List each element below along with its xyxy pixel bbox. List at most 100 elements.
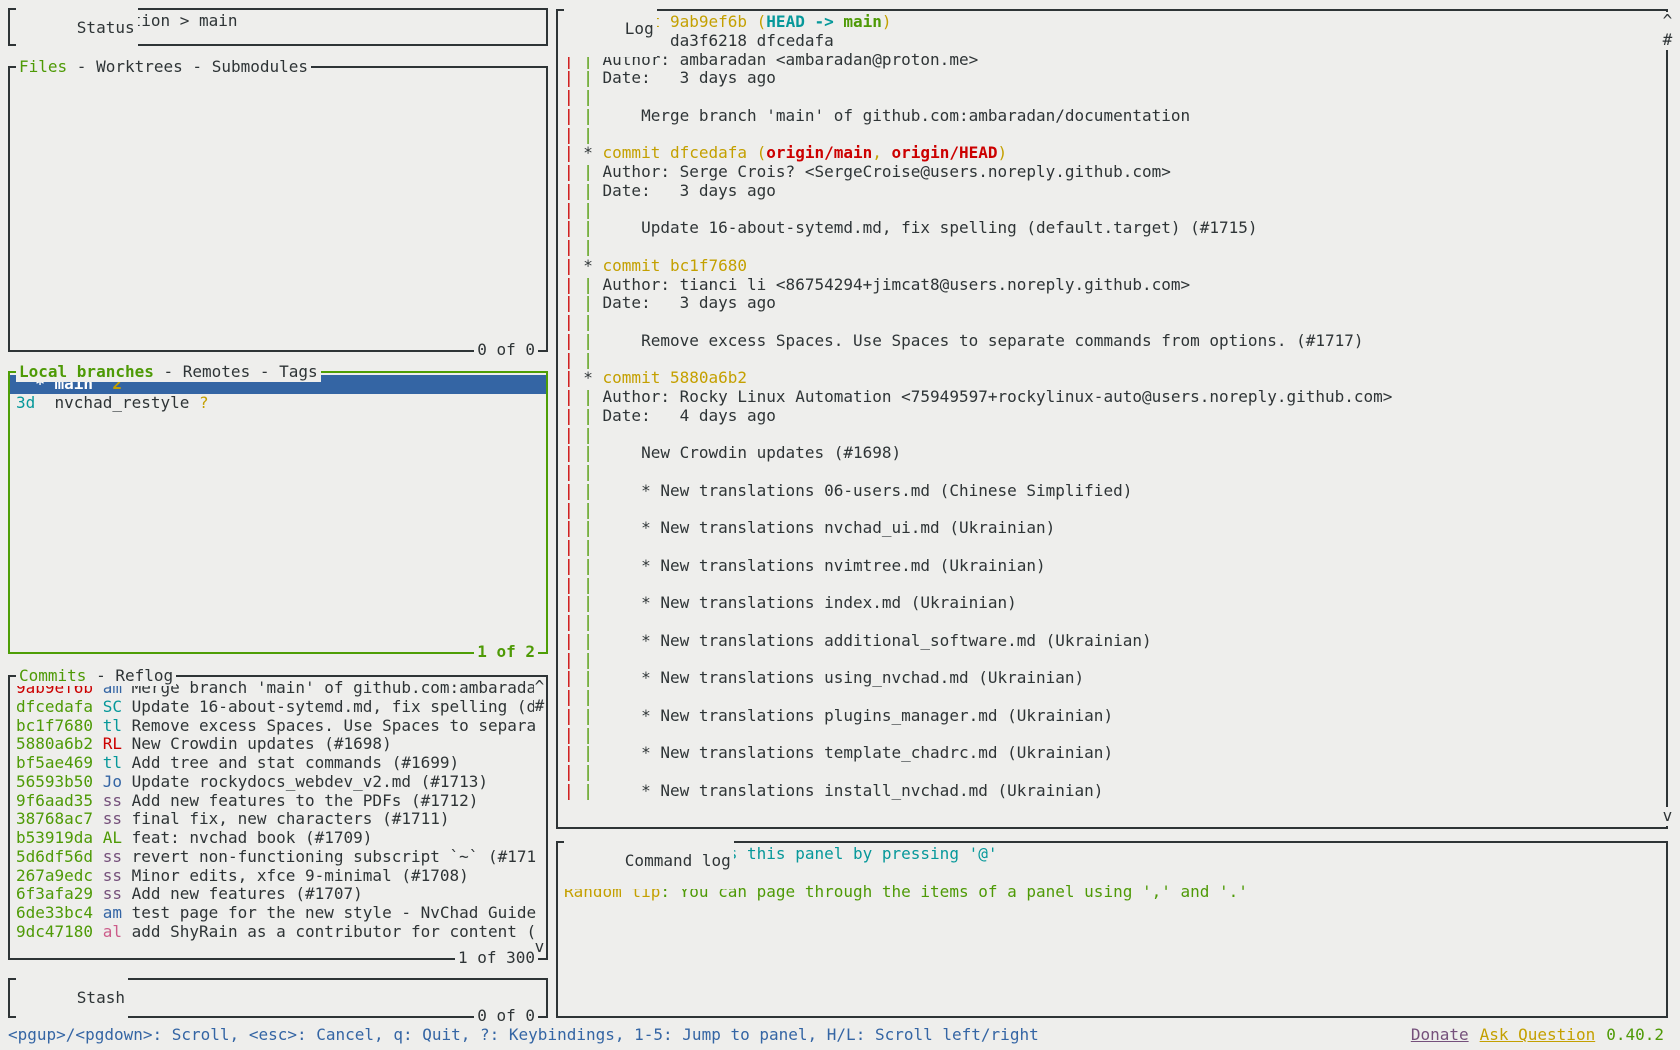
commit-row[interactable]: 6de33bc4 am test page for the new style … <box>10 904 546 923</box>
log-panel-title: Log <box>564 1 657 57</box>
commit-row[interactable]: 9dc47180 al add ShyRain as a contributor… <box>10 923 546 942</box>
log-line: | | Author: Rocky Linux Automation <7594… <box>558 388 1666 407</box>
text-segment: | <box>564 631 583 650</box>
commits-panel-content: 9ab9ef6b am Merge branch 'main' of githu… <box>10 677 546 958</box>
text-segment: | <box>564 87 583 106</box>
space <box>93 716 103 735</box>
commit-message: Add new features (#1707) <box>132 884 363 903</box>
text-segment: * <box>583 256 602 275</box>
tab-commits[interactable]: Commits <box>19 666 86 685</box>
log-line: | | <box>558 613 1666 632</box>
commit-sha: 6f3afa29 <box>16 884 93 903</box>
log-line: | * commit bc1f7680 <box>558 257 1666 276</box>
commit-author-initials: al <box>103 922 122 941</box>
log-line: | | Date: 3 days ago <box>558 294 1666 313</box>
text-segment: origin/HEAD <box>892 143 998 162</box>
commit-author-initials: AL <box>103 828 122 847</box>
branch-row[interactable]: 3d nvchad_restyle ? <box>10 394 546 413</box>
text-segment: | <box>583 631 602 650</box>
commit-author-initials: ss <box>103 809 122 828</box>
log-line: | | * New translations using_nvchad.md (… <box>558 669 1666 688</box>
text-segment: Date: 4 days ago <box>603 406 776 425</box>
commit-row[interactable]: 6f3afa29 ss Add new features (#1707) <box>10 885 546 904</box>
log-line: | | <box>558 576 1666 595</box>
space <box>93 884 103 903</box>
text-segment: | <box>564 200 583 219</box>
tab-separator: - <box>86 666 115 685</box>
text-segment: * New translations plugins_manager.md (U… <box>603 706 1114 725</box>
log-line: | | * New translations plugins_manager.m… <box>558 707 1666 726</box>
donate-link[interactable]: Donate <box>1411 1026 1469 1046</box>
text-segment: | <box>564 556 583 575</box>
commit-row[interactable]: bc1f7680 tl Remove excess Spaces. Use Sp… <box>10 717 546 736</box>
text-segment: Author: Serge Crois? <SergeCroise@users.… <box>603 162 1171 181</box>
commit-message: test page for the new style - NvChad Gui… <box>132 903 537 922</box>
commit-sha: 5d6df56d <box>16 847 93 866</box>
text-segment: | <box>564 668 583 687</box>
commit-message: Merge branch 'main' of github.com:ambara… <box>132 678 537 697</box>
command-log-panel[interactable]: Command log You can hide/focus this pane… <box>556 841 1668 1018</box>
branches-panel[interactable]: Local branches - Remotes - Tags * main ^… <box>8 371 548 654</box>
commit-row[interactable]: 9f6aad35 ss Add new features to the PDFs… <box>10 792 546 811</box>
tab-reflog[interactable]: Reflog <box>115 666 173 685</box>
commit-row[interactable]: 56593b50 Jo Update rockydocs_webdev_v2.m… <box>10 773 546 792</box>
commit-author-initials: RL <box>103 734 122 753</box>
space <box>93 866 103 885</box>
text-segment: | <box>564 350 583 369</box>
tab-local-branches[interactable]: Local branches <box>19 362 154 381</box>
commit-row[interactable]: 5880a6b2 RL New Crowdin updates (#1698) <box>10 735 546 754</box>
commits-scroll-down-icon[interactable]: v <box>534 938 545 957</box>
text-segment: * <box>583 368 602 387</box>
commit-row[interactable]: 38768ac7 ss final fix, new characters (#… <box>10 810 546 829</box>
status-panel[interactable]: Status ^2 documentation > main <box>8 8 548 46</box>
text-segment: | <box>583 312 593 331</box>
commit-row[interactable]: 5d6df56d ss revert non-functioning subsc… <box>10 848 546 867</box>
tab-worktrees[interactable]: Worktrees <box>96 57 183 76</box>
commit-row[interactable]: dfcedafa SC Update 16-about-sytemd.md, f… <box>10 698 546 717</box>
commits-panel[interactable]: Commits - Reflog 9ab9ef6b am Merge branc… <box>8 675 548 960</box>
commit-row[interactable]: bf5ae469 tl Add tree and stat commands (… <box>10 754 546 773</box>
space <box>122 922 132 941</box>
commit-message: add ShyRain as a contributor for content… <box>132 922 537 941</box>
ask-question-link[interactable]: Ask Question <box>1480 1026 1596 1046</box>
commit-sha: bf5ae469 <box>16 753 93 772</box>
text-segment: | <box>583 462 593 481</box>
log-scroll-down-icon[interactable]: v <box>1662 807 1673 826</box>
text-segment: | <box>564 593 583 612</box>
commit-sha: 9f6aad35 <box>16 791 93 810</box>
commit-sha: 9dc47180 <box>16 922 93 941</box>
commit-message: New Crowdin updates (#1698) <box>132 734 392 753</box>
files-panel[interactable]: Files - Worktrees - Submodules 0 of 0 <box>8 66 548 352</box>
stash-panel[interactable]: Stash 0 of 0 <box>8 978 548 1018</box>
commits-scroll-up-icon[interactable]: ^ <box>534 678 545 697</box>
log-line: * commit 9ab9ef6b (HEAD -> main) <box>558 13 1666 32</box>
commit-row[interactable]: b53919da AL feat: nvchad book (#1709) <box>10 829 546 848</box>
tab-files[interactable]: Files <box>19 57 67 76</box>
log-panel[interactable]: Log * commit 9ab9ef6b (HEAD -> main)|\ M… <box>556 9 1668 829</box>
log-line: | | <box>558 726 1666 745</box>
log-scroll-thumb-icon[interactable]: # <box>1662 31 1673 50</box>
log-scroll-up-icon[interactable]: ^ <box>1662 12 1673 31</box>
tab-tags[interactable]: Tags <box>279 362 318 381</box>
text-segment: Update 16-about-sytemd.md, fix spelling … <box>603 218 1258 237</box>
commit-message: Remove excess Spaces. Use Spaces to sepa… <box>132 716 537 735</box>
commits-scroll-thumb-icon[interactable]: # <box>534 697 545 716</box>
commit-sha: 6de33bc4 <box>16 903 93 922</box>
text-segment: | <box>564 368 583 387</box>
tab-submodules[interactable]: Submodules <box>212 57 308 76</box>
commit-author-initials: ss <box>103 791 122 810</box>
stash-position: 0 of 0 <box>474 1007 538 1026</box>
log-line: | | Date: 3 days ago <box>558 69 1666 88</box>
log-line: | | <box>558 126 1666 145</box>
space <box>93 922 103 941</box>
space <box>93 847 103 866</box>
text-segment: main <box>843 12 882 31</box>
command-log-panel-title: Command log <box>564 833 734 889</box>
commit-message: Add tree and stat commands (#1699) <box>132 753 460 772</box>
text-segment: | <box>583 68 602 87</box>
tab-remotes[interactable]: Remotes <box>183 362 250 381</box>
text-segment: commit bc1f7680 <box>603 256 748 275</box>
commit-row[interactable]: 267a9edc ss Minor edits, xfce 9-minimal … <box>10 867 546 886</box>
commit-sha: 267a9edc <box>16 866 93 885</box>
text-segment: | <box>583 481 602 500</box>
